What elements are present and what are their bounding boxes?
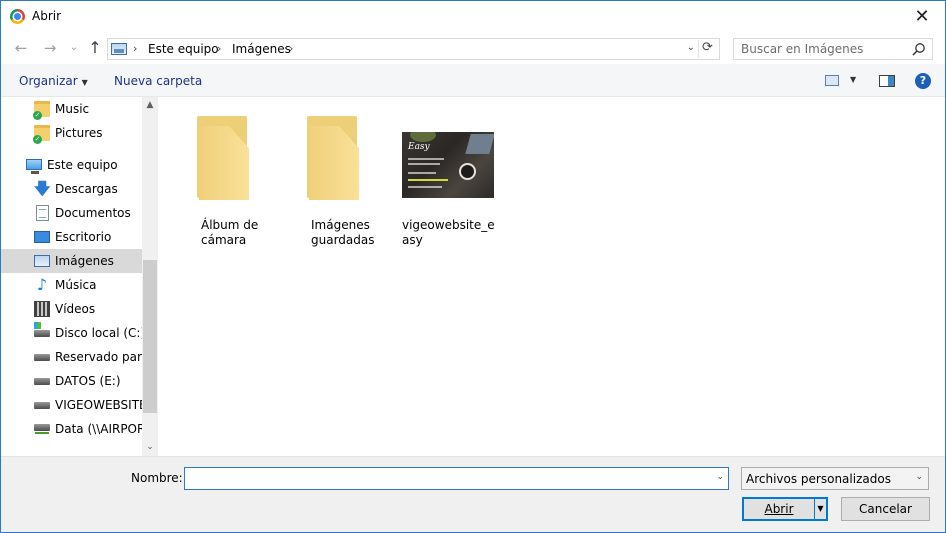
chrome-icon <box>10 9 25 24</box>
drive-icon <box>34 354 50 361</box>
navigation-pane: Music Pictures Este equipo 🡇 Descargas D… <box>1 97 158 456</box>
image-thumbnail[interactable]: Easy <box>402 132 494 198</box>
address-bar[interactable]: › Este equipo › Imágenes › ⌄ ⟳ <box>107 38 720 60</box>
caret-down-icon[interactable]: ▼ <box>82 78 88 87</box>
folder-icon <box>307 116 359 200</box>
scroll-down-icon[interactable]: ⌄ <box>142 439 158 456</box>
breadcrumb-separator[interactable]: › <box>217 42 221 55</box>
window-title: Abrir <box>32 9 62 23</box>
sidebar-item-label: Vídeos <box>55 302 96 316</box>
address-dropdown-icon[interactable]: ⌄ <box>687 42 695 53</box>
search-placeholder[interactable]: Buscar en Imágenes <box>741 42 863 56</box>
sidebar-item-label: Escritorio <box>55 230 112 244</box>
images-icon <box>34 255 50 267</box>
scrollbar-thumb[interactable] <box>143 260 157 413</box>
sidebar-item-documentos[interactable]: Documentos <box>1 201 142 225</box>
video-icon <box>34 301 50 317</box>
music-icon: ♪ <box>36 275 48 294</box>
file-item-name: Álbum de cámara <box>201 218 259 247</box>
sidebar-item-escritorio[interactable]: Escritorio <box>1 225 142 249</box>
sidebar-item-disco-local-c[interactable]: Disco local (C:) <box>1 321 142 345</box>
sidebar-item-label: Reservado para e <box>55 350 142 364</box>
view-options-caret-icon[interactable]: ▼ <box>850 75 856 84</box>
sidebar-item-reservado[interactable]: Reservado para e <box>1 345 142 369</box>
file-item-name: vigeowebsite_easy <box>402 218 495 247</box>
folder-check-icon <box>33 101 50 120</box>
dialog-footer: Nombre: ⌄ Archivos personalizados ⌄ Abri… <box>1 456 945 532</box>
open-button-label[interactable]: Abrir <box>744 499 814 519</box>
file-type-value[interactable]: Archivos personalizados <box>746 472 891 486</box>
computer-icon <box>26 159 42 174</box>
sidebar-item-label: Pictures <box>55 126 103 140</box>
file-list: Álbum de cámara Imágenes guardadas vigeo… <box>159 97 945 456</box>
sidebar-item-data-airport[interactable]: Data (\\AIRPORT <box>1 417 142 441</box>
thumbnail-text: Easy <box>408 142 430 152</box>
folder-check-icon <box>33 125 50 144</box>
sidebar-item-label: Descargas <box>55 182 118 196</box>
drive-icon <box>34 402 50 409</box>
sidebar-item-descargas[interactable]: 🡇 Descargas <box>1 177 142 201</box>
sidebar-item-label: Imágenes <box>55 254 114 268</box>
breadcrumb-este-equipo[interactable]: Este equipo <box>148 42 219 56</box>
document-icon <box>36 205 49 221</box>
sidebar-item-label: Este equipo <box>47 158 118 172</box>
network-drive-icon <box>34 424 50 434</box>
back-arrow-icon[interactable]: ← <box>11 38 31 58</box>
download-icon: 🡇 <box>34 179 51 198</box>
search-box[interactable]: Buscar en Imágenes <box>733 38 933 60</box>
file-type-select[interactable]: Archivos personalizados ⌄ <box>741 467 929 490</box>
chevron-down-icon[interactable]: ⌄ <box>716 472 724 482</box>
scroll-up-icon[interactable]: ▲ <box>142 97 158 114</box>
navigation-bar: ← → ⌄ ↑ › Este equipo › Imágenes › ⌄ ⟳ B… <box>1 32 945 64</box>
recent-locations-icon[interactable]: ⌄ <box>64 38 84 58</box>
preview-pane-icon[interactable] <box>879 75 895 87</box>
sidebar-scrollbar[interactable]: ▲ ⌄ <box>142 97 158 456</box>
sidebar-item-label: Música <box>55 278 97 292</box>
new-folder-button[interactable]: Nueva carpeta <box>114 74 202 88</box>
title-bar: Abrir ✕ <box>1 1 945 32</box>
organize-menu[interactable]: Organizar ▼ <box>19 74 88 88</box>
breadcrumb-separator[interactable]: › <box>133 42 137 55</box>
command-toolbar: Organizar ▼ Nueva carpeta ▼ ? <box>1 64 945 97</box>
sidebar-item-label: Documentos <box>55 206 131 220</box>
close-button[interactable]: ✕ <box>899 1 945 32</box>
drive-icon <box>34 378 50 385</box>
refresh-icon[interactable]: ⟳ <box>698 40 716 58</box>
sidebar-item-imagenes[interactable]: Imágenes <box>1 249 142 273</box>
open-button[interactable]: Abrir ▼ <box>742 497 828 521</box>
desktop-icon <box>34 231 50 243</box>
breadcrumb-separator[interactable]: › <box>289 42 293 55</box>
folder-icon <box>197 116 249 200</box>
sidebar-item-videos[interactable]: Vídeos <box>1 297 142 321</box>
sidebar-item-pictures[interactable]: Pictures <box>1 121 142 145</box>
sidebar-item-musica[interactable]: ♪ Música <box>1 273 142 297</box>
open-dialog: Abrir ✕ ← → ⌄ ↑ › Este equipo › Imágenes… <box>0 0 946 533</box>
sidebar-item-vigeowebsite[interactable]: VIGEOWEBSITE ( <box>1 393 142 417</box>
help-icon[interactable]: ? <box>915 73 931 89</box>
up-arrow-icon[interactable]: ↑ <box>85 38 105 58</box>
cancel-button[interactable]: Cancelar <box>841 497 930 521</box>
sidebar-item-music[interactable]: Music <box>1 97 142 121</box>
forward-arrow-icon[interactable]: → <box>40 38 60 58</box>
search-icon[interactable] <box>912 42 926 56</box>
system-drive-icon <box>34 322 50 337</box>
sidebar-item-label: VIGEOWEBSITE ( <box>55 398 142 412</box>
sidebar-item-datos-e[interactable]: DATOS (E:) <box>1 369 142 393</box>
sidebar-item-label: Music <box>55 102 90 116</box>
breadcrumb-imagenes[interactable]: Imágenes <box>232 42 291 56</box>
chevron-down-icon[interactable]: ⌄ <box>915 472 923 482</box>
organize-label[interactable]: Organizar <box>19 74 78 88</box>
file-name-input[interactable] <box>187 470 707 487</box>
open-options-caret-icon[interactable]: ▼ <box>814 499 826 519</box>
images-icon <box>111 43 127 55</box>
sidebar-item-label: Data (\\AIRPORT <box>55 422 142 436</box>
sidebar-item-label: Disco local (C:) <box>55 326 142 340</box>
file-item-name: Imágenes guardadas <box>311 218 375 247</box>
file-name-label: Nombre: <box>131 471 183 485</box>
sidebar-item-este-equipo[interactable]: Este equipo <box>1 153 142 177</box>
sidebar-item-label: DATOS (E:) <box>55 374 121 388</box>
file-name-combobox[interactable]: ⌄ <box>184 467 729 490</box>
change-view-icon[interactable] <box>825 75 839 86</box>
